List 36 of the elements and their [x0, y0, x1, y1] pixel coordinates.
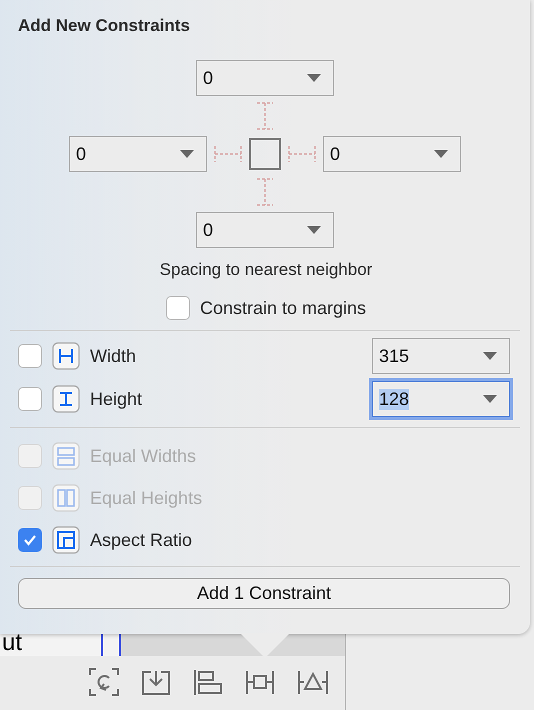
value-combo-box[interactable]: 0 — [196, 212, 334, 248]
height-icon — [52, 385, 80, 413]
value-combo-box[interactable]: 0 — [69, 136, 207, 172]
align-left-icon[interactable] — [193, 668, 225, 696]
value-combo-box[interactable]: 0 — [196, 60, 334, 96]
download-tray-icon[interactable] — [141, 668, 173, 696]
add-constraint-button[interactable]: Add 1 Constraint — [18, 578, 510, 609]
value-combo-box[interactable]: 0 — [323, 136, 461, 172]
checkbox[interactable] — [166, 296, 190, 320]
spacing-connector-icon — [288, 144, 316, 164]
constraint-label: Height — [90, 388, 144, 410]
pin-icon[interactable] — [245, 668, 277, 696]
columns-icon — [52, 484, 80, 512]
aspect-ratio-icon — [52, 526, 80, 554]
width-icon — [52, 342, 80, 370]
popover-title: Add New Constraints — [18, 16, 191, 37]
checkbox[interactable] — [18, 387, 42, 411]
resolve-triangle-icon[interactable] — [297, 668, 329, 696]
constraint-label: Width — [90, 346, 138, 366]
constraint-label: Equal Widths — [90, 446, 196, 466]
spacing-connector-icon — [255, 178, 275, 206]
constraint-label: Equal Heights — [90, 488, 202, 508]
popover-arrow — [240, 633, 290, 659]
spacing-connector-icon — [255, 102, 275, 130]
caption-text: Spacing to nearest neighbor — [158, 260, 374, 280]
constraint-label: Aspect Ratio — [90, 530, 192, 550]
value-combo-box[interactable]: 128 — [372, 381, 510, 417]
spacing-connector-icon — [214, 144, 242, 164]
checkbox-label: Constrain to margins — [200, 298, 366, 318]
value-combo-box[interactable]: 315 — [372, 338, 510, 374]
checkmark-icon — [23, 534, 37, 546]
stacked-bars-icon — [52, 442, 80, 470]
view-square-icon — [249, 138, 281, 170]
refresh-frame-icon[interactable] — [89, 668, 121, 696]
checkbox[interactable] — [18, 344, 42, 368]
checkbox[interactable] — [18, 528, 42, 552]
